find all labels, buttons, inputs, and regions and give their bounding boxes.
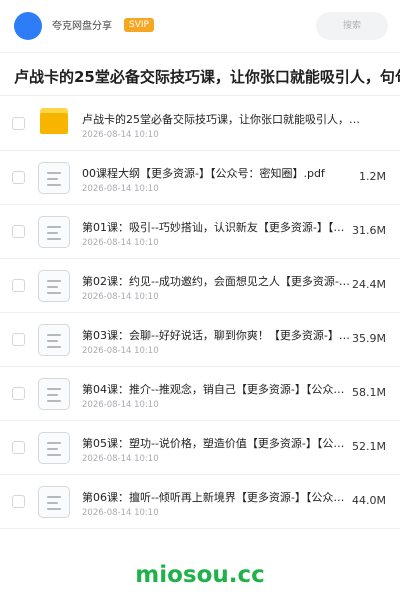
list-item-file[interactable]: 第02课：约见--成功邀约，会面想见之人【更多资源-】【公众号：密知圈】 202…	[0, 259, 400, 313]
row-checkbox[interactable]	[12, 441, 25, 454]
row-checkbox[interactable]	[12, 495, 25, 508]
row-checkbox[interactable]	[12, 333, 25, 346]
file-size: 24.4M	[352, 278, 386, 291]
document-icon	[38, 270, 70, 302]
list-item-file[interactable]: 第01课：吸引--巧妙搭讪，认识新友【更多资源-】【公众号：密知圈】 2026-…	[0, 205, 400, 259]
document-icon	[38, 324, 70, 356]
document-icon	[38, 432, 70, 464]
file-date: 2026-08-14 10:10	[82, 400, 159, 410]
row-checkbox[interactable]	[12, 387, 25, 400]
file-date: 2026-08-14 10:10	[82, 454, 159, 464]
svip-badge: SVIP	[124, 18, 154, 32]
file-date: 2026-08-14 10:10	[82, 184, 159, 194]
row-checkbox[interactable]	[12, 279, 25, 292]
row-checkbox[interactable]	[12, 171, 25, 184]
document-icon	[38, 162, 70, 194]
list-item-file[interactable]: 第04课：推介--推观念，销自己【更多资源-】【公众号：密知圈】 2026-08…	[0, 367, 400, 421]
folder-icon	[40, 108, 68, 134]
row-checkbox[interactable]	[12, 225, 25, 238]
file-size: 44.0M	[352, 494, 386, 507]
search-input[interactable]: 搜索	[316, 12, 388, 40]
app-header: 夸克网盘分享 SVIP 搜索	[0, 0, 400, 52]
document-icon	[38, 216, 70, 248]
document-icon	[38, 378, 70, 410]
file-date: 2026-08-14 10:10	[82, 292, 159, 302]
file-date: 2026-08-14 10:10	[82, 346, 159, 356]
list-item-file[interactable]: 第05课：塑功--说价格，塑造价值【更多资源-】【公众号：密知圈】 2026-0…	[0, 421, 400, 475]
file-name: 卢战卡的25堂必备交际技巧课，让你张口就能吸引人，句句说到心坎里	[82, 113, 362, 126]
file-name: 第06课：擅听--倾听再上新境界【更多资源-】【公众号：密知圈】	[82, 491, 350, 504]
list-item-file[interactable]: 第03课：会聊--好好说话，聊到你爽！【更多资源-】【公众号：密知圈】 2026…	[0, 313, 400, 367]
list-item-file[interactable]: 00课程大纲【更多资源-】【公众号：密知圈】.pdf 2026-08-14 10…	[0, 151, 400, 205]
file-name: 第05课：塑功--说价格，塑造价值【更多资源-】【公众号：密知圈】	[82, 437, 350, 450]
sharer-name: 夸克网盘分享	[52, 21, 112, 32]
file-name: 第03课：会聊--好好说话，聊到你爽！【更多资源-】【公众号：密知圈】	[82, 329, 350, 342]
list-item-file[interactable]: 第06课：擅听--倾听再上新境界【更多资源-】【公众号：密知圈】 2026-08…	[0, 475, 400, 529]
site-watermark: miosou.cc	[135, 562, 265, 588]
file-size: 35.9M	[352, 332, 386, 345]
file-list: 卢战卡的25堂必备交际技巧课，让你张口就能吸引人，句句说到心坎里 2026-08…	[0, 97, 400, 529]
file-name: 第02课：约见--成功邀约，会面想见之人【更多资源-】【公众号：密知圈】	[82, 275, 350, 288]
file-date: 2026-08-14 10:10	[82, 130, 159, 140]
file-date: 2026-08-14 10:10	[82, 508, 159, 518]
file-size: 31.6M	[352, 224, 386, 237]
file-name: 第01课：吸引--巧妙搭讪，认识新友【更多资源-】【公众号：密知圈】	[82, 221, 350, 234]
avatar[interactable]	[14, 12, 42, 40]
share-title-bar: 卢战卡的25堂必备交际技巧课，让你张口就能吸引人，句句	[0, 52, 400, 96]
file-size: 1.2M	[359, 170, 386, 183]
file-date: 2026-08-14 10:10	[82, 238, 159, 248]
document-icon	[38, 486, 70, 518]
file-size: 58.1M	[352, 386, 386, 399]
file-size: 52.1M	[352, 440, 386, 453]
file-name: 第04课：推介--推观念，销自己【更多资源-】【公众号：密知圈】	[82, 383, 350, 396]
list-item-folder[interactable]: 卢战卡的25堂必备交际技巧课，让你张口就能吸引人，句句说到心坎里 2026-08…	[0, 97, 400, 151]
row-checkbox[interactable]	[12, 117, 25, 130]
page-title: 卢战卡的25堂必备交际技巧课，让你张口就能吸引人，句句	[14, 68, 400, 86]
file-name: 00课程大纲【更多资源-】【公众号：密知圈】.pdf	[82, 167, 325, 180]
